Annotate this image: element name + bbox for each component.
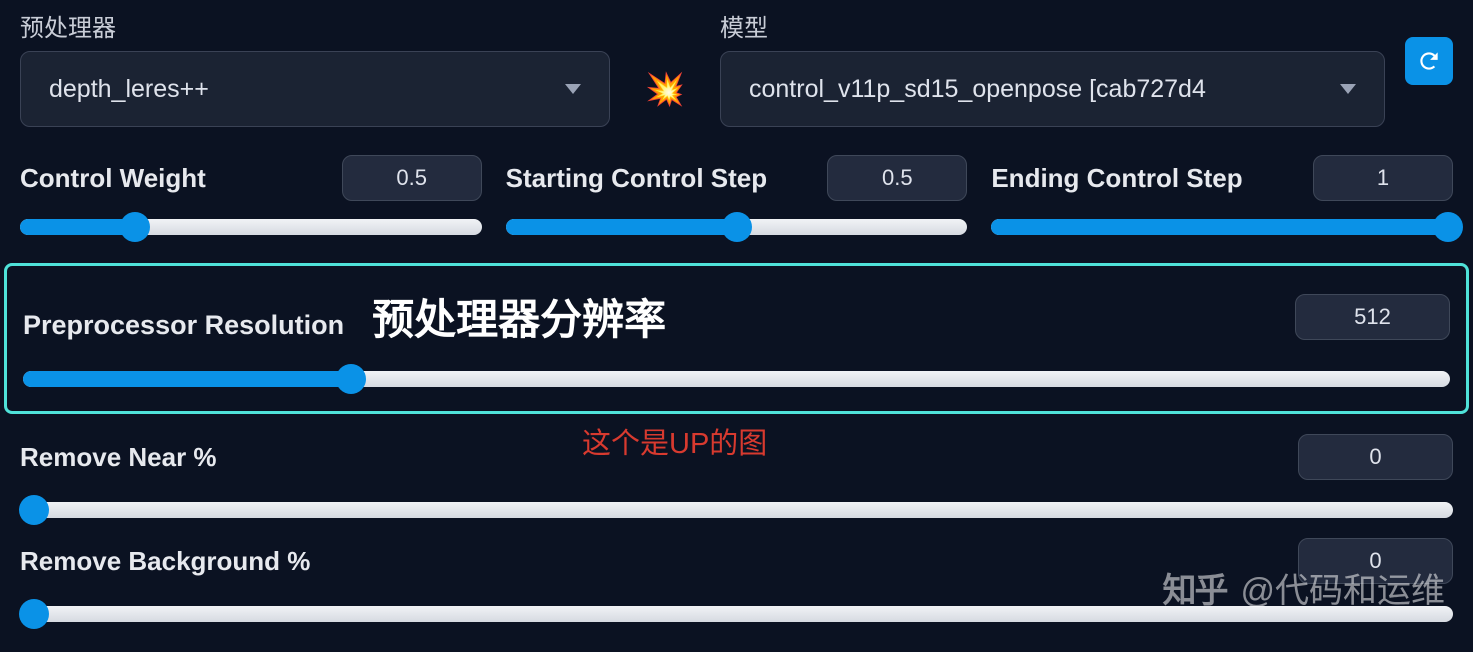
- preprocessor-resolution-highlight: Preprocessor Resolution 预处理器分辨率 512: [4, 263, 1469, 414]
- run-preprocessor-button[interactable]: 💥: [630, 51, 700, 127]
- preprocessor-dropdown-value: depth_leres++: [49, 75, 553, 104]
- control-weight-slider[interactable]: [20, 219, 482, 235]
- preproc-res-label-en: Preprocessor Resolution: [23, 310, 344, 341]
- refresh-icon: [1416, 48, 1442, 74]
- ending-step-value[interactable]: 1: [1313, 155, 1453, 201]
- preproc-res-slider[interactable]: [23, 371, 1450, 387]
- remove-near-value[interactable]: 0: [1298, 434, 1453, 480]
- starting-step-slider[interactable]: [506, 219, 968, 235]
- slider-thumb[interactable]: [19, 495, 49, 525]
- remove-background-value[interactable]: 0: [1298, 538, 1453, 584]
- preproc-res-label-cn: 预处理器分辨率: [372, 286, 666, 347]
- control-weight-label: Control Weight: [20, 163, 206, 194]
- remove-background-label: Remove Background %: [20, 546, 310, 577]
- remove-near-slider[interactable]: [20, 502, 1453, 518]
- slider-thumb[interactable]: [120, 212, 150, 242]
- starting-step-value[interactable]: 0.5: [827, 155, 967, 201]
- starting-step-label: Starting Control Step: [506, 163, 767, 194]
- remove-background-slider[interactable]: [20, 606, 1453, 622]
- slider-thumb[interactable]: [1433, 212, 1463, 242]
- model-label: 模型: [720, 8, 1385, 43]
- preprocessor-label: 预处理器: [20, 8, 610, 43]
- slider-thumb[interactable]: [19, 599, 49, 629]
- ending-step-slider[interactable]: [991, 219, 1453, 235]
- remove-near-label: Remove Near %: [20, 442, 217, 473]
- slider-thumb[interactable]: [336, 364, 366, 394]
- preprocessor-dropdown[interactable]: depth_leres++: [20, 51, 610, 127]
- chevron-down-icon: [565, 84, 581, 94]
- ending-step-label: Ending Control Step: [991, 163, 1242, 194]
- control-weight-value[interactable]: 0.5: [342, 155, 482, 201]
- explosion-icon: 💥: [645, 70, 685, 108]
- slider-thumb[interactable]: [722, 212, 752, 242]
- preproc-res-value[interactable]: 512: [1295, 294, 1450, 340]
- model-dropdown[interactable]: control_v11p_sd15_openpose [cab727d4: [720, 51, 1385, 127]
- refresh-models-button[interactable]: [1405, 37, 1453, 85]
- chevron-down-icon: [1340, 84, 1356, 94]
- model-dropdown-value: control_v11p_sd15_openpose [cab727d4: [749, 75, 1328, 104]
